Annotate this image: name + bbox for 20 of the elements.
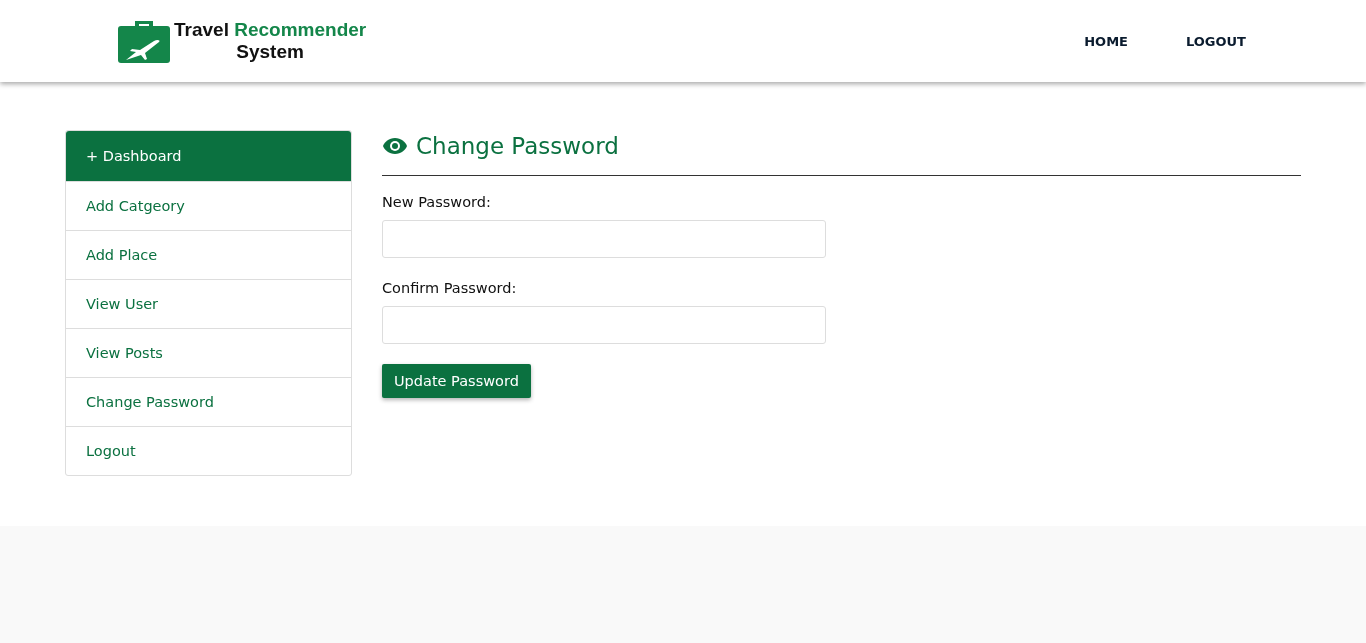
sidebar-item[interactable]: Add Place	[66, 230, 351, 279]
logo-text: Travel	[174, 19, 229, 40]
nav-link[interactable]: LOGOUT	[1185, 33, 1246, 49]
password-field[interactable]	[382, 220, 826, 258]
logo-text: System	[236, 41, 304, 63]
eye-icon	[382, 137, 408, 155]
field-label: New Password:	[382, 194, 492, 210]
password-field[interactable]	[382, 306, 826, 344]
sidebar-item[interactable]: View Posts	[66, 328, 351, 377]
update-password-button[interactable]: Update Password	[382, 364, 531, 398]
nav-link[interactable]: HOME	[1084, 33, 1128, 49]
sidebar-item[interactable]: Change Password	[66, 377, 351, 426]
sidebar-item[interactable]: + Dashboard	[66, 131, 351, 181]
field-label: Confirm Password:	[382, 280, 518, 296]
page-title: Change Password	[416, 133, 619, 159]
suitcase-plane-icon	[118, 18, 170, 64]
sidebar-item[interactable]: View User	[66, 279, 351, 328]
sidebar-item[interactable]: Logout	[66, 426, 351, 475]
sidebar-item[interactable]: Add Catgeory	[66, 181, 351, 230]
logo-text: Recommender	[234, 19, 367, 40]
